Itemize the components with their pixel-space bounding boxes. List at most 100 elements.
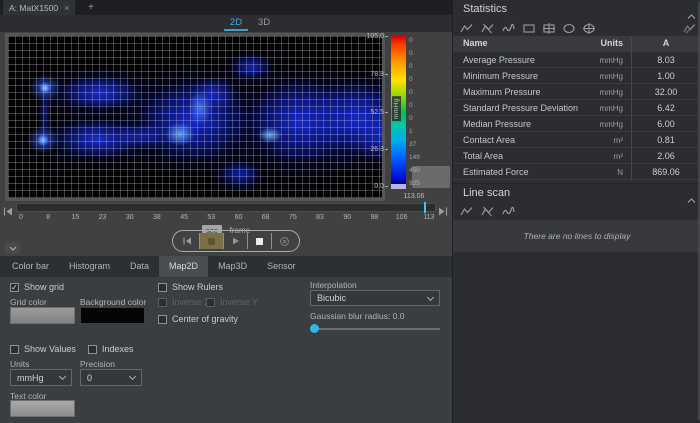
table-row[interactable]: Average Pressure mmHg 8.03 (453, 52, 700, 68)
view-switch: 2D 3D (0, 15, 452, 32)
record-button[interactable] (200, 233, 224, 249)
timeline-scrubber[interactable] (16, 203, 436, 212)
table-row[interactable]: Total Area m² 2.06 (453, 148, 700, 164)
table-row[interactable]: Contact Area m² 0.81 (453, 132, 700, 148)
close-tab-icon[interactable]: × (64, 3, 69, 13)
background-color-label: Background color (80, 297, 147, 307)
line-scan-polyline-icon[interactable] (481, 206, 494, 217)
units-label: Units (10, 359, 30, 369)
tab-map3d[interactable]: Map3D (208, 256, 257, 277)
colorbar-scale-label: 52.5 (356, 109, 388, 116)
colorbar-current-value: 113.06 (403, 193, 425, 200)
gaussian-blur-slider[interactable] (310, 328, 440, 330)
inverse-y-checkbox: Inverse Y (206, 297, 258, 307)
skip-to-start-icon[interactable] (3, 203, 15, 216)
pressure-heatmap[interactable] (8, 36, 382, 198)
ellipse-region-icon[interactable] (563, 23, 575, 34)
collapse-line-scan-icon[interactable] (687, 191, 696, 209)
tab-color-bar[interactable]: Color bar (2, 256, 59, 277)
gaussian-blur-label: Gaussian blur radius: 0.0 (310, 311, 405, 321)
table-row[interactable]: Estimated Force N 869.06 (453, 164, 700, 180)
tab-sensor[interactable]: Sensor (257, 256, 306, 277)
empty-message: There are no lines to display (523, 231, 631, 241)
precision-select[interactable]: 0 (80, 369, 142, 386)
add-tab-button[interactable]: + (84, 1, 98, 14)
background-color-swatch[interactable] (80, 307, 145, 324)
section-divider (453, 183, 700, 184)
statistics-title: Statistics (463, 3, 508, 15)
checkbox-icon (10, 344, 19, 354)
ellipse-crosshair-icon[interactable] (583, 23, 595, 34)
stop-icon (256, 237, 263, 245)
tab-2d[interactable]: 2D (224, 16, 248, 31)
table-row[interactable]: Maximum Pressure mmHg 32.00 (453, 84, 700, 100)
show-grid-checkbox[interactable]: ✓ Show grid (10, 282, 64, 292)
colorbar-histogram-counts: 00 00 00 01 37 149 450 925 (409, 37, 420, 187)
text-color-swatch[interactable] (10, 400, 75, 417)
playback-controls (172, 230, 300, 252)
statistics-toolbar (460, 23, 595, 34)
loop-button[interactable] (272, 233, 296, 249)
stop-button[interactable] (248, 233, 272, 249)
grid-color-swatch[interactable] (10, 307, 75, 324)
line-scan-title: Line scan (463, 187, 511, 199)
column-a[interactable]: A (631, 38, 700, 48)
center-of-gravity-checkbox[interactable]: Center of gravity (158, 314, 238, 324)
line-scan-freehand-icon[interactable] (502, 206, 515, 217)
colorbar-unit-label: mmHg (392, 96, 401, 122)
rewind-button[interactable] (176, 233, 200, 249)
pressure-map-frame (5, 33, 385, 201)
clear-measurements-icon[interactable] (683, 23, 696, 34)
column-divider (631, 36, 632, 180)
play-button[interactable] (224, 233, 248, 249)
checkbox-icon (158, 314, 167, 324)
inverse-x-checkbox: Inverse X (158, 297, 210, 307)
checkbox-icon (158, 282, 167, 292)
timeline-ticks: 08 15 23 30 38 45 53 60 68 75 83 90 98 106 113 (19, 214, 435, 221)
chevron-down-icon (128, 372, 137, 381)
colorbar-tooltip (412, 166, 450, 188)
show-rulers-checkbox[interactable]: Show Rulers (158, 282, 223, 292)
tab-data[interactable]: Data (120, 256, 159, 277)
column-units[interactable]: Units (601, 38, 624, 48)
column-name[interactable]: Name (463, 38, 488, 48)
colorbar-scale-label: 0.0 (356, 183, 388, 190)
table-row[interactable]: Median Pressure mmHg 6.00 (453, 116, 700, 132)
show-values-checkbox[interactable]: Show Values (10, 344, 76, 354)
freehand-measure-icon[interactable] (502, 23, 515, 34)
line-scan-toolbar (460, 206, 515, 217)
chevron-down-icon (58, 372, 67, 381)
skip-to-end-icon[interactable] (438, 203, 450, 216)
document-tab-title: A: MatX1500 (9, 2, 59, 13)
checkbox-icon (88, 344, 97, 354)
slider-handle[interactable] (310, 324, 319, 333)
line-measure-icon[interactable] (460, 23, 473, 34)
table-row[interactable]: Standard Pressure Deviation mmHg 6.42 (453, 100, 700, 116)
table-row[interactable]: Minimum Pressure mmHg 1.00 (453, 68, 700, 84)
polyline-measure-icon[interactable] (481, 23, 494, 34)
rectangle-crosshair-icon[interactable] (543, 23, 555, 34)
checkbox-checked-icon: ✓ (10, 282, 19, 292)
colorbar-scale-label: 105.0 (356, 33, 388, 40)
collapse-panel-button[interactable] (5, 242, 20, 254)
right-pane: Statistics Name Units A Average Pressure… (452, 0, 700, 423)
tab-histogram[interactable]: Histogram (59, 256, 120, 277)
checkbox-icon (158, 297, 167, 307)
app-window: A: MatX1500 × + 2D 3D 105.0 78.8 52.5 26… (0, 0, 700, 423)
document-tab[interactable]: A: MatX1500 × (3, 0, 76, 15)
left-pane: A: MatX1500 × + 2D 3D 105.0 78.8 52.5 26… (0, 0, 452, 423)
record-icon (208, 237, 215, 245)
line-scan-line-icon[interactable] (460, 206, 473, 217)
tab-map2d[interactable]: Map2D (159, 256, 209, 277)
checkbox-icon (206, 297, 215, 307)
precision-label: Precision (80, 359, 115, 369)
settings-tabbar: Color bar Histogram Data Map2D Map3D Sen… (0, 256, 452, 277)
grid-color-label: Grid color (10, 297, 47, 307)
indexes-checkbox[interactable]: Indexes (88, 344, 134, 354)
tab-3d[interactable]: 3D (252, 16, 276, 31)
interpolation-label: Interpolation (310, 280, 357, 290)
timeline-playhead[interactable] (424, 202, 426, 213)
rectangle-region-icon[interactable] (523, 23, 535, 34)
units-select[interactable]: mmHg (10, 369, 72, 386)
interpolation-select[interactable]: Bicubic (310, 290, 440, 306)
